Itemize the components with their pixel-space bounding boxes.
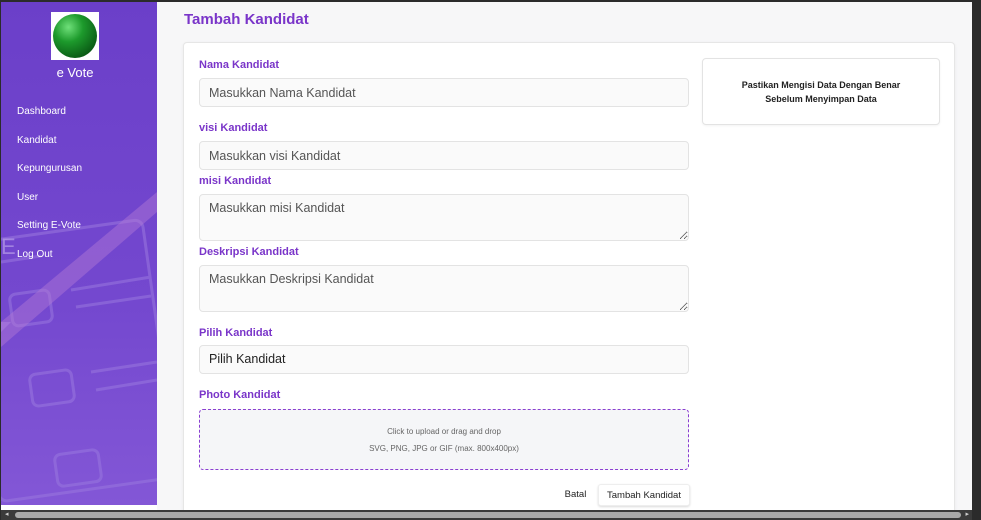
horizontal-scrollbar[interactable]: ◂ ▸ — [1, 510, 972, 520]
sidebar-item-user[interactable]: User — [1, 188, 157, 217]
green-globe-logo-icon — [53, 14, 97, 58]
sidebar-item-setting-evote[interactable]: Setting E-Vote — [1, 216, 157, 245]
app-window: E e Vote Dashboard Kandidat Kepungurusan… — [1, 2, 972, 510]
page-title: Tambah Kandidat — [184, 11, 309, 28]
pilih-select[interactable]: Pilih Kandidat — [199, 345, 689, 374]
form-card: Nama Kandidat visi Kandidat misi Kandida… — [183, 42, 955, 510]
nama-input[interactable] — [199, 78, 689, 107]
sidebar: E e Vote Dashboard Kandidat Kepungurusan… — [1, 2, 157, 505]
logo[interactable] — [51, 12, 99, 60]
deskripsi-label: Deskripsi Kandidat — [199, 246, 299, 258]
nama-label: Nama Kandidat — [199, 59, 280, 71]
sidebar-item-kandidat[interactable]: Kandidat — [1, 131, 157, 160]
brand-name: e Vote — [56, 65, 94, 80]
misi-textarea[interactable] — [199, 194, 689, 241]
notice-line-1: Pastikan Mengisi Data Dengan Benar — [741, 79, 901, 90]
sidebar-item-kepungurusan[interactable]: Kepungurusan — [1, 159, 157, 188]
visi-label: visi Kandidat — [199, 122, 268, 134]
notice-box: Pastikan Mengisi Data Dengan Benar Sebel… — [702, 58, 940, 125]
cancel-button[interactable]: Batal — [558, 484, 593, 506]
sidebar-item-dashboard[interactable]: Dashboard — [1, 102, 157, 131]
photo-dropzone[interactable]: Click to upload or drag and drop SVG, PN… — [199, 409, 689, 470]
visi-input[interactable] — [199, 141, 689, 170]
deskripsi-textarea[interactable] — [199, 265, 689, 312]
misi-label: misi Kandidat — [199, 175, 272, 187]
dropzone-formats: SVG, PNG, JPG or GIF (max. 800x400px) — [369, 444, 519, 453]
scroll-left-icon[interactable]: ◂ — [5, 510, 9, 520]
vertical-scrollbar[interactable] — [972, 2, 981, 510]
scrollbar-thumb[interactable] — [15, 512, 961, 518]
main-content: Tambah Kandidat Nama Kandidat visi Kandi… — [157, 2, 972, 510]
sidebar-item-logout[interactable]: Log Out — [1, 245, 157, 274]
scroll-right-icon[interactable]: ▸ — [965, 510, 969, 520]
notice-line-2: Sebelum Menyimpan Data — [765, 93, 877, 104]
add-kandidat-button[interactable]: Tambah Kandidat — [598, 484, 690, 506]
photo-label: Photo Kandidat — [199, 389, 281, 401]
dropzone-instruction: Click to upload or drag and drop — [387, 427, 501, 436]
pilih-label: Pilih Kandidat — [199, 327, 273, 339]
sidebar-nav: Dashboard Kandidat Kepungurusan User Set… — [1, 102, 157, 273]
